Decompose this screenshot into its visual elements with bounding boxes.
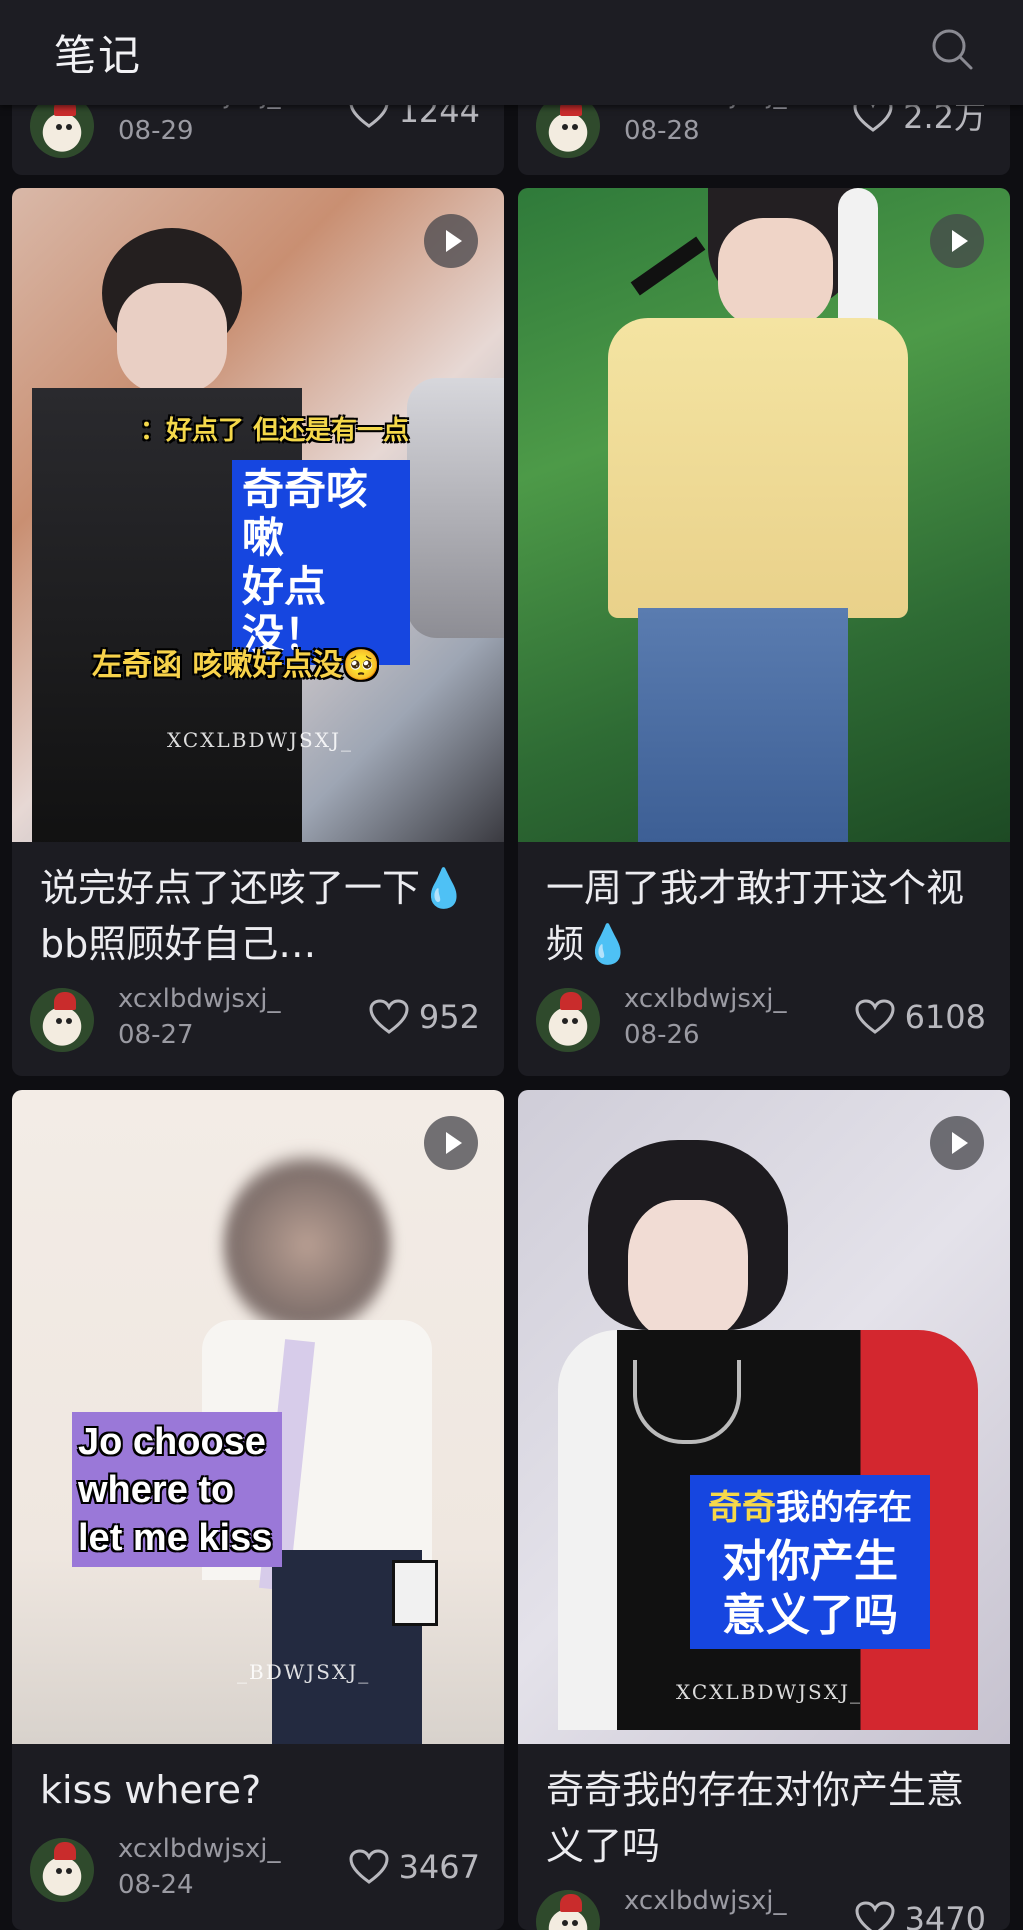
heart-icon [855,999,895,1034]
note-caption[interactable]: 奇奇我的存在对你产生意义了吗 [546,1762,982,1874]
video-thumbnail[interactable]: 奇奇我的存在 对你产生 意义了吗 XCXLBDWJSXJ_ [518,1090,1010,1744]
heart-icon [369,999,409,1034]
post-date: 08-27 [118,1020,194,1050]
video-thumbnail[interactable]: Jo choose where to let me kiss _BDWJSXJ_ [12,1090,504,1744]
author-name[interactable]: xcxlbdwjsxj_ [118,984,281,1014]
author-name[interactable]: xcxlbdwjsxj_ [624,984,787,1014]
avatar[interactable] [536,1890,600,1930]
overlay-box-line-2: 对你产生 [722,1536,898,1587]
like-count[interactable]: 952 [369,998,480,1036]
overlay-box: 奇奇我的存在 对你产生 意义了吗 [690,1475,930,1649]
overlay-box: 奇奇咳嗽 好点没！ [232,460,410,666]
overlay-text: 我的存在 [776,1488,912,1528]
watermark: XCXLBDWJSXJ_ [167,728,353,752]
watermark: _BDWJSXJ_ [237,1660,371,1684]
like-count-value: 952 [418,998,480,1036]
avatar[interactable] [30,1838,94,1902]
video-thumbnail[interactable]: ：好点了 但还是有一点 奇奇咳嗽 好点没！ 左奇函 咳嗽好点没🥺 XCXLBDW… [12,188,504,842]
post-date: 08-28 [624,116,700,146]
post-date: 08-24 [118,1870,194,1900]
overlay-line-3: let me kiss [78,1517,273,1559]
note-caption[interactable]: 一周了我才敢打开这个视频💧 [546,860,982,972]
note-card[interactable]: ：好点了 但还是有一点 奇奇咳嗽 好点没！ 左奇函 咳嗽好点没🥺 XCXLBDW… [12,188,504,1076]
overlay-text: ：好点了 但还是有一点 [140,416,410,446]
like-count[interactable]: 3470 [855,1900,986,1930]
note-caption[interactable]: 说完好点了还咳了一下💧bb照顾好自己… [40,860,476,972]
play-icon [424,1116,478,1170]
heart-icon [349,1849,389,1884]
author-name[interactable]: xcxlbdwjsxj_ [624,1886,787,1916]
top-bar: 笔记 [0,0,1023,105]
note-card[interactable]: 奇奇我的存在 对你产生 意义了吗 XCXLBDWJSXJ_ 奇奇我的存在对你产生… [518,1090,1010,1930]
author-name[interactable]: xcxlbdwjsxj_ [118,1834,281,1864]
overlay-box-line-3: 意义了吗 [722,1590,898,1641]
overlay-highlight: 奇奇 [708,1488,776,1528]
watermark: XCXLBDWJSXJ_ [676,1680,862,1704]
overlay-box-line-1: 奇奇我的存在 [700,1481,920,1535]
video-thumbnail[interactable] [518,188,1010,842]
heart-icon [855,1901,895,1930]
like-count-value: 3470 [904,1900,986,1930]
play-icon [930,1116,984,1170]
avatar[interactable] [536,988,600,1052]
like-count-value: 6108 [904,998,986,1036]
overlay-text: Jo choose where to let me kiss [78,1418,272,1562]
search-icon[interactable] [929,26,975,72]
overlay-box-line-1: 奇奇咳嗽 [242,465,369,563]
play-icon [930,214,984,268]
post-date: 08-29 [118,116,194,146]
overlay-line-1: Jo choose [78,1421,266,1463]
page-title: 笔记 [54,31,143,80]
like-count-value: 3467 [398,1848,480,1886]
note-card[interactable]: 一周了我才敢打开这个视频💧 xcxlbdwjsxj_ 08-26 6108 [518,188,1010,1076]
overlay-subtitle: 左奇函 咳嗽好点没🥺 [92,648,380,683]
avatar[interactable] [30,988,94,1052]
like-count[interactable]: 3467 [349,1848,480,1886]
note-card[interactable]: Jo choose where to let me kiss _BDWJSXJ_… [12,1090,504,1930]
post-date: 08-26 [624,1020,700,1050]
play-icon [424,214,478,268]
note-caption[interactable]: kiss where? [40,1762,476,1818]
like-count[interactable]: 6108 [855,998,986,1036]
overlay-line-2: where to [78,1469,235,1511]
